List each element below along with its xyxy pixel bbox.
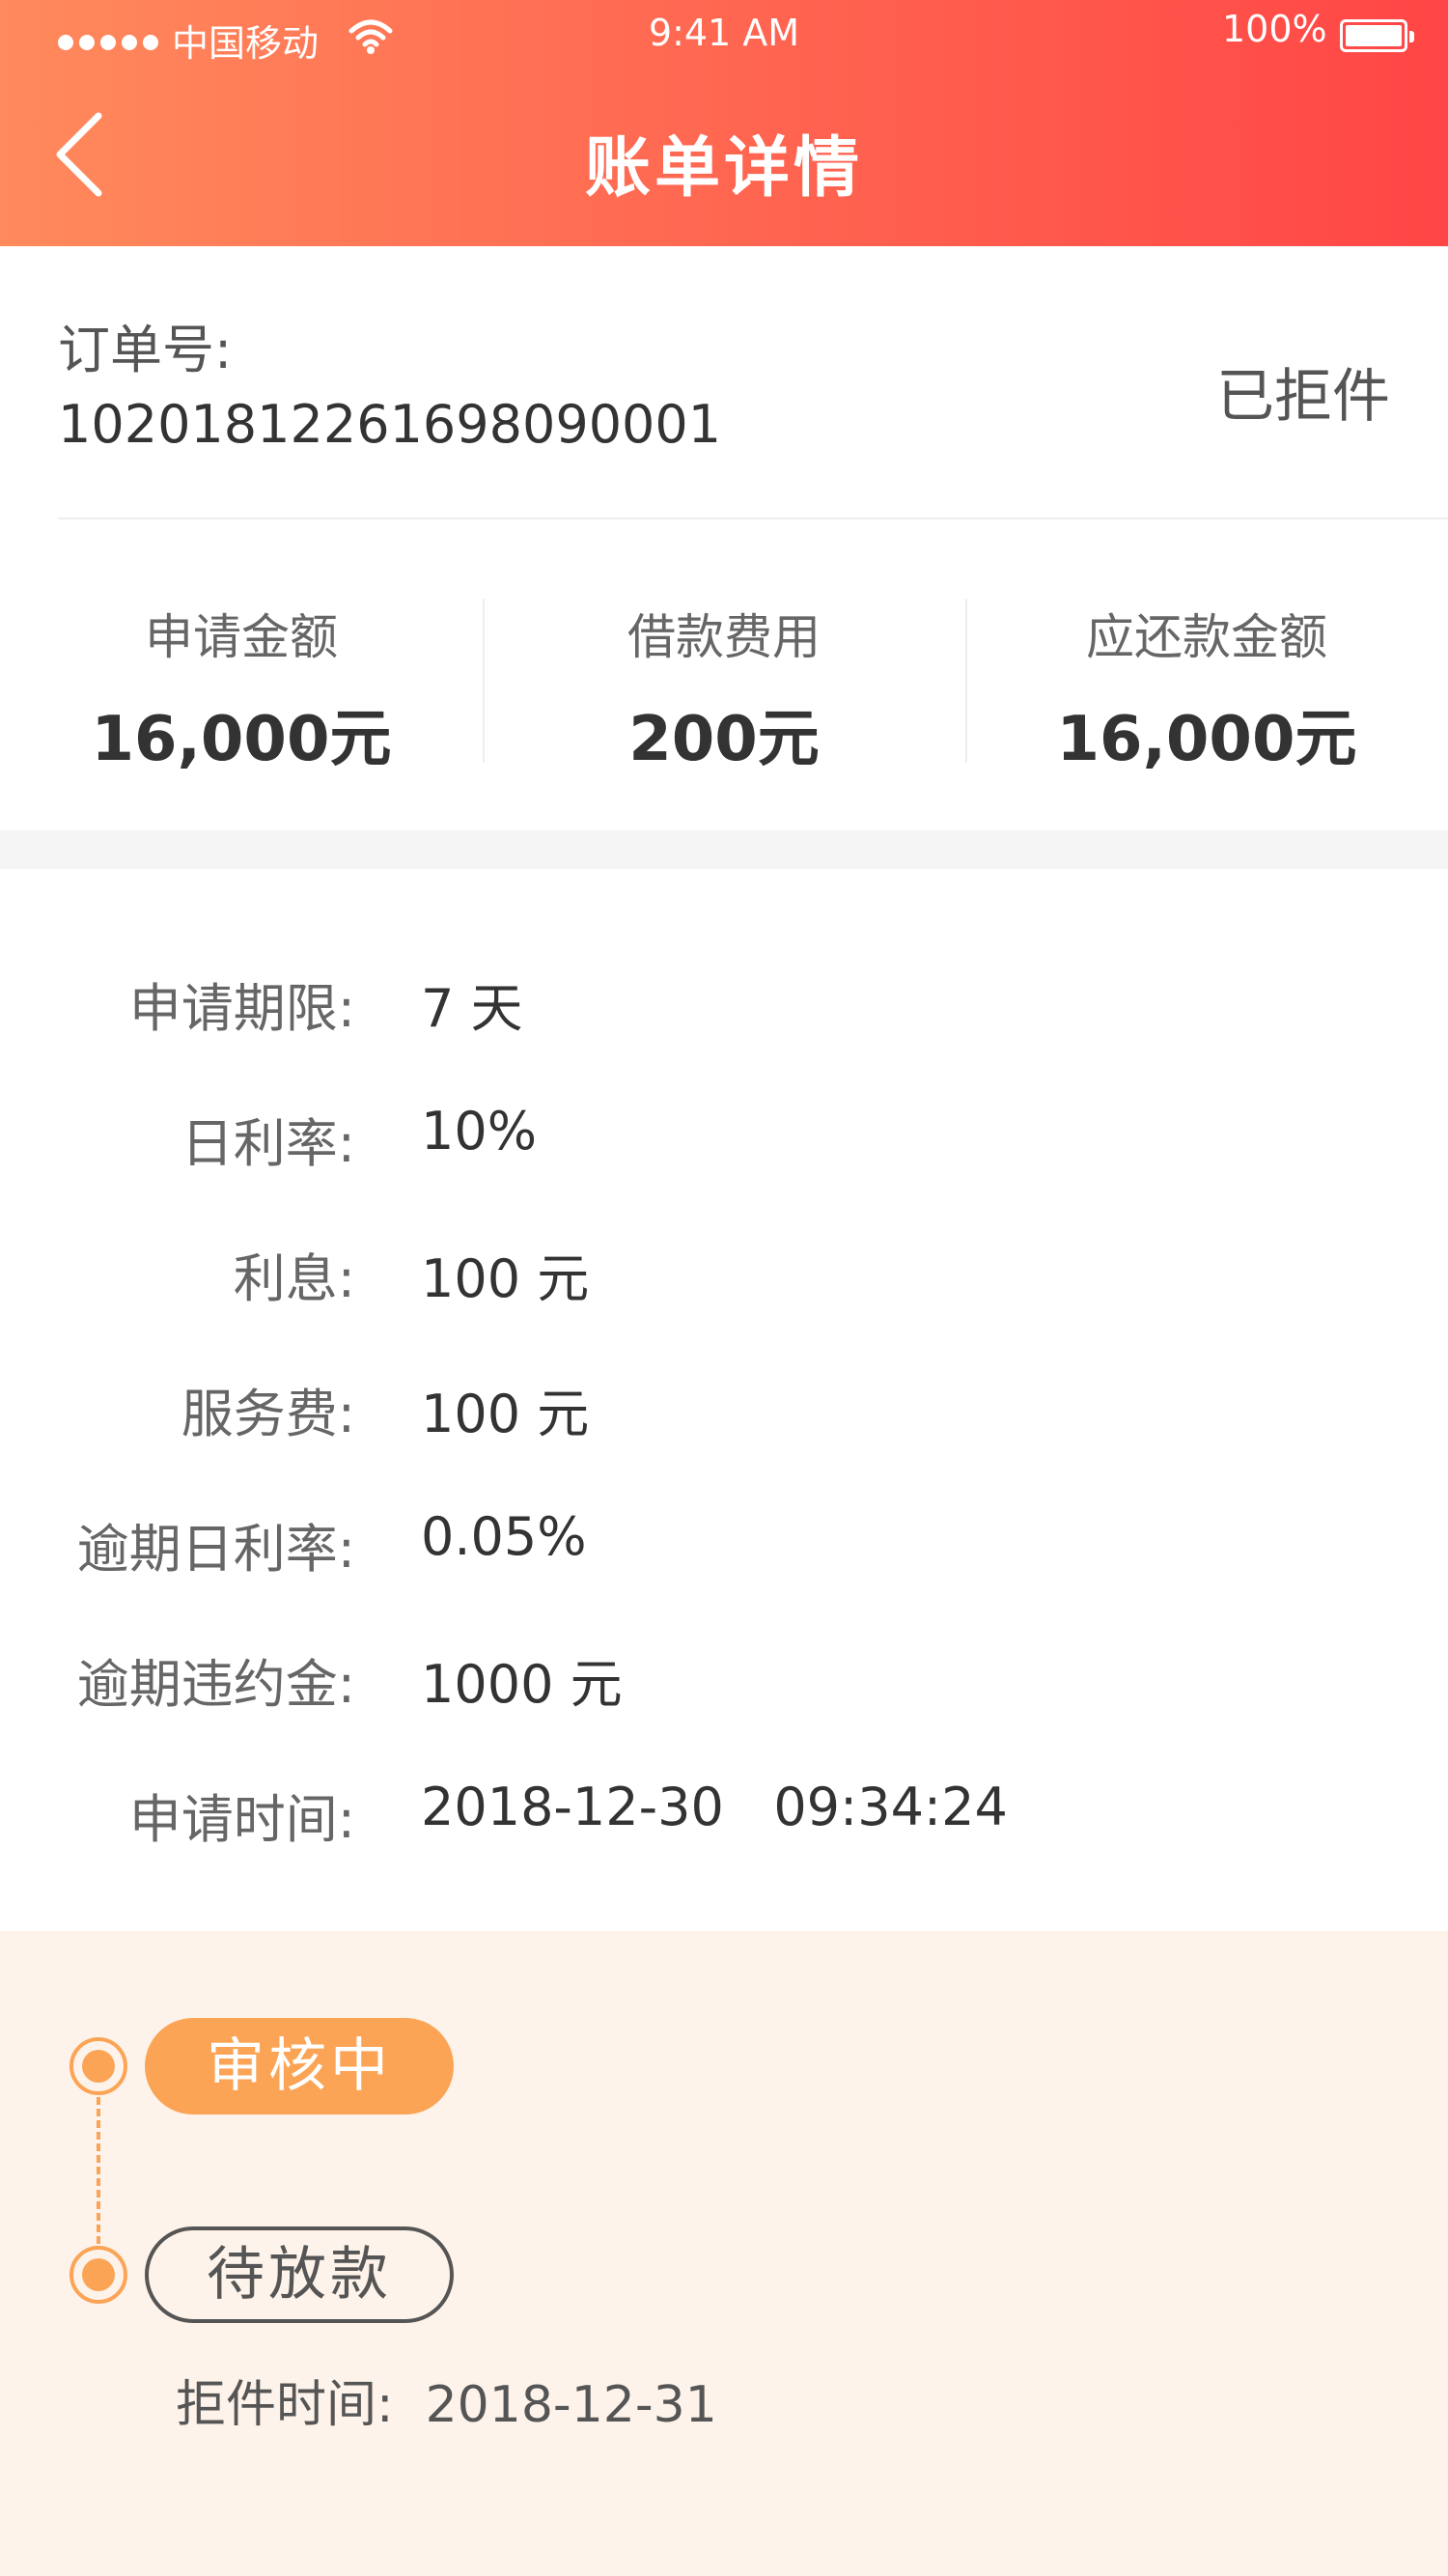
summary-value: 16,000元	[1056, 704, 1357, 775]
status-timeline: 审核中 待放款 拒件时间: 2018-12-31	[0, 1931, 1448, 2576]
detail-label: 逾期违约金:	[76, 1654, 355, 1715]
detail-row-term: 申请期限: 7 天	[0, 966, 1448, 1043]
detail-row-daily-rate: 日利率: 10%	[0, 1101, 1448, 1178]
summary-loan-fee: 借款费用 200元	[483, 589, 965, 775]
status-bar: 中国移动 9:41 AM 100%	[0, 0, 1448, 77]
summary-label: 应还款金额	[1086, 609, 1327, 665]
detail-value: 100 元	[421, 1384, 590, 1444]
detail-row-overdue-rate: 逾期日利率: 0.05%	[0, 1506, 1448, 1583]
page-title: 账单详情	[584, 130, 863, 207]
detail-value: 0.05%	[421, 1506, 587, 1567]
summary-label: 借款费用	[627, 609, 821, 665]
battery-percentage: 100%	[1222, 8, 1327, 50]
timeline-step-reviewing: 审核中	[145, 2018, 454, 2114]
detail-row-apply-time: 申请时间: 2018-12-30 09:34:24	[0, 1777, 1448, 1854]
order-number-value: 1020181226169809000​1	[58, 394, 722, 455]
reject-time-label: 拒件时间:	[176, 2376, 394, 2434]
summary-value: 200元	[628, 704, 820, 775]
detail-value: 2018-12-30 09:34:24	[421, 1777, 1008, 1837]
detail-value: 100 元	[421, 1248, 590, 1309]
detail-value: 7 天	[421, 978, 523, 1039]
app-header: 中国移动 9:41 AM 100% 账单详情	[0, 0, 1448, 246]
detail-label: 申请期限:	[128, 978, 355, 1039]
detail-value: 1000 元	[421, 1654, 623, 1715]
battery-icon	[1340, 19, 1414, 52]
summary-applied-amount: 申请金额 16,000元	[0, 589, 483, 775]
detail-label: 利息:	[233, 1248, 355, 1309]
detail-label: 服务费:	[181, 1384, 355, 1444]
detail-label: 逾期日利率:	[76, 1519, 355, 1580]
timeline-dot-icon	[70, 2246, 127, 2304]
reject-time-value: 2018-12-31	[425, 2376, 717, 2434]
reject-time-row: 拒件时间: 2018-12-31	[176, 2364, 717, 2436]
section-separator	[0, 830, 1448, 869]
timeline-step-pending-disbursement: 待放款	[145, 2226, 454, 2323]
detail-value: 10%	[421, 1101, 538, 1162]
summary-repayment-amount: 应还款金额 16,000元	[965, 589, 1448, 775]
order-status-badge: 已拒件	[1216, 363, 1390, 431]
detail-row-service-fee: 服务费: 100 元	[0, 1371, 1448, 1448]
detail-label: 申请时间:	[128, 1789, 355, 1850]
divider	[58, 518, 1448, 519]
detail-row-interest: 利息: 100 元	[0, 1236, 1448, 1313]
amount-summary: 申请金额 16,000元 借款费用 200元 应还款金额 16,000元	[0, 589, 1448, 775]
detail-label: 日利率:	[181, 1113, 355, 1174]
timeline-connector	[97, 2097, 100, 2244]
summary-label: 申请金额	[145, 609, 338, 665]
timeline-dot-icon	[70, 2037, 127, 2095]
detail-row-overdue-penalty: 逾期违约金: 1000 元	[0, 1641, 1448, 1719]
order-number-label: 订单号:	[58, 320, 233, 380]
summary-value: 16,000元	[91, 704, 392, 775]
